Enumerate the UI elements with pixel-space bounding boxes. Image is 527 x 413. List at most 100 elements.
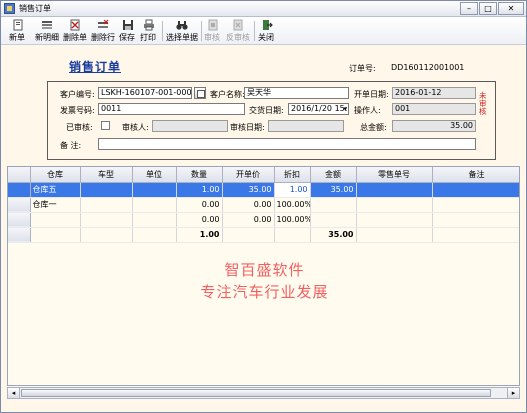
customer-name-field[interactable]: 吴天华	[244, 87, 349, 99]
cell-warehouse[interactable]: 仓库一	[30, 197, 81, 213]
toolbar-separator	[254, 21, 255, 41]
toolbar-separator	[201, 21, 202, 41]
column-header-unit[interactable]: 单位	[132, 167, 177, 183]
scrollbar-thumb[interactable]	[21, 389, 491, 397]
new-order-label: 新单	[9, 33, 25, 42]
cell-unit[interactable]	[132, 197, 177, 213]
watermark-line-1: 智百盛软件	[224, 261, 305, 279]
delete-order-label: 删除单	[63, 33, 87, 42]
cell-quantity[interactable]: 0.00	[176, 197, 223, 213]
exit-button[interactable]: 关闭	[258, 19, 276, 43]
cell-unit[interactable]	[132, 182, 177, 198]
column-header-vehicle-model[interactable]: 车型	[80, 167, 133, 183]
column-header-remark[interactable]: 备注	[432, 167, 519, 183]
horizontal-scrollbar[interactable]: ◂ ▸	[7, 387, 520, 399]
cell-retail-no[interactable]	[356, 197, 433, 213]
remark-field[interactable]	[98, 138, 476, 150]
cell-amount[interactable]	[310, 212, 357, 228]
cell-vehicle-model[interactable]	[80, 197, 133, 213]
cell-amount[interactable]: 35.00	[310, 182, 357, 198]
column-header-quantity[interactable]: 数量	[176, 167, 223, 183]
column-header-unit-price[interactable]: 开单价	[222, 167, 275, 183]
table-row[interactable]: 0.00 0.00 100.00%	[8, 212, 519, 228]
select-document-button[interactable]: 选择单据	[166, 19, 198, 43]
row-header[interactable]	[8, 212, 31, 228]
delivery-date-picker[interactable]: 2016/1/20 15: ▾	[288, 103, 349, 115]
cell-quantity[interactable]: 0.00	[176, 212, 223, 228]
exit-label: 关闭	[258, 33, 274, 42]
cell-warehouse[interactable]	[30, 212, 81, 228]
approved-checkbox[interactable]	[101, 121, 110, 130]
column-header-retail-no[interactable]: 零售单号	[356, 167, 433, 183]
sum-cell-vehicle-model	[80, 227, 133, 243]
operator-field: 001	[392, 103, 476, 115]
save-button[interactable]: 保存	[119, 19, 137, 43]
binoculars-icon	[176, 21, 188, 30]
scroll-left-icon[interactable]: ◂	[8, 388, 20, 398]
unapprove-label: 反审核	[226, 33, 250, 42]
cell-remark[interactable]	[432, 197, 519, 213]
delete-row-icon	[98, 19, 109, 28]
print-label: 打印	[140, 33, 156, 42]
sum-cell-warehouse	[30, 227, 81, 243]
new-doc-icon	[13, 19, 23, 31]
maximize-button[interactable]: □	[479, 2, 497, 15]
approve-button[interactable]: 审核	[204, 19, 222, 43]
exit-icon	[263, 20, 273, 30]
cell-quantity[interactable]: 1.00	[176, 182, 223, 198]
cell-unit-price[interactable]: 35.00	[222, 182, 275, 198]
invoice-no-field[interactable]: 0011	[98, 103, 245, 115]
print-button[interactable]: 打印	[140, 19, 158, 43]
customer-code-label: 客户编号:	[60, 90, 95, 99]
cell-vehicle-model[interactable]	[80, 182, 133, 198]
cell-unit-price[interactable]: 0.00	[222, 212, 275, 228]
order-no-label: 订单号:	[349, 64, 376, 73]
cell-warehouse[interactable]: 仓库五	[30, 182, 81, 198]
cell-retail-no[interactable]	[356, 212, 433, 228]
cell-discount[interactable]: 100.00%	[274, 197, 311, 213]
column-header-warehouse[interactable]: 仓库	[30, 167, 81, 183]
cell-remark[interactable]	[432, 212, 519, 228]
approver-field	[152, 120, 228, 132]
unapprove-button[interactable]: 反审核	[226, 19, 250, 43]
cell-unit[interactable]	[132, 212, 177, 228]
cell-amount[interactable]	[310, 197, 357, 213]
new-order-button[interactable]: 新单	[9, 19, 27, 43]
order-detail-grid: 仓库 车型 单位 数量 开单价 折扣 金额 零售单号 备注 仓库五 1.00 3…	[7, 166, 520, 386]
delete-order-button[interactable]: 删除单	[63, 19, 87, 43]
title-bar[interactable]: 销售订单 – □ ✕	[1, 1, 526, 17]
customer-code-field[interactable]: LSKH-160107-001-0002	[98, 87, 192, 99]
minimize-button[interactable]: –	[460, 2, 478, 15]
cell-retail-no[interactable]	[356, 182, 433, 198]
delete-row-button[interactable]: 删除行	[91, 19, 115, 43]
column-header-amount[interactable]: 金额	[310, 167, 357, 183]
scroll-right-icon[interactable]: ▸	[507, 388, 519, 398]
new-detail-label: 新明细	[35, 33, 59, 42]
sum-cell-amount: 35.00	[310, 227, 357, 243]
row-header[interactable]	[8, 197, 31, 213]
sum-cell-remark	[432, 227, 519, 243]
order-header-form: 销售订单 订单号: DD160112001001 客户编号: LSKH-1601…	[7, 48, 520, 162]
table-row[interactable]: 仓库一 0.00 0.00 100.00%	[8, 197, 519, 213]
row-header[interactable]	[8, 182, 31, 198]
customer-name-label: 客户名称:	[210, 90, 245, 99]
approver-label: 审核人:	[122, 123, 149, 132]
sum-cell-retail-no	[356, 227, 433, 243]
cell-vehicle-model[interactable]	[80, 212, 133, 228]
cell-discount[interactable]: 1.00	[274, 182, 311, 198]
cell-unit-price[interactable]: 0.00	[222, 197, 275, 213]
row-header-corner	[8, 167, 31, 183]
customer-lookup-button[interactable]	[194, 87, 206, 99]
column-header-discount[interactable]: 折扣	[274, 167, 311, 183]
new-detail-button[interactable]: 新明细	[35, 19, 59, 43]
order-info-group: 客户编号: LSKH-160107-001-0002 客户名称: 吴天华 开单日…	[47, 81, 496, 160]
close-window-button[interactable]: ✕	[498, 2, 524, 15]
table-row[interactable]: 仓库五 1.00 35.00 1.00 35.00	[8, 182, 519, 198]
delivery-date-value: 2016/1/20 15:	[291, 104, 348, 113]
window-title: 销售订单	[19, 4, 51, 13]
save-icon	[123, 20, 133, 30]
cell-remark[interactable]	[432, 182, 519, 198]
unapproved-stamp: 未审核	[479, 91, 487, 116]
chevron-down-icon: ▾	[343, 105, 347, 113]
cell-discount[interactable]: 100.00%	[274, 212, 311, 228]
